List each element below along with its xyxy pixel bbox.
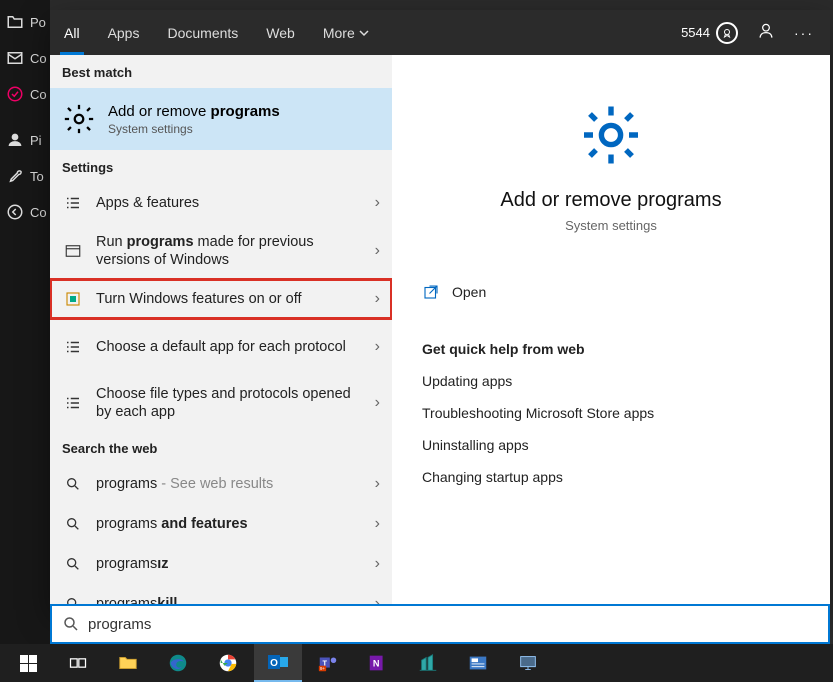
rewards-badge[interactable]: 5544 — [681, 22, 738, 44]
app-left-strip: Po Co Co Pi To Co — [0, 0, 50, 644]
tab-all[interactable]: All — [50, 10, 94, 55]
task-view-button[interactable] — [54, 644, 102, 682]
chevron-right-icon: › — [375, 555, 380, 573]
start-button[interactable] — [4, 644, 52, 682]
tab-web[interactable]: Web — [252, 10, 309, 55]
taskbar-app-display[interactable] — [504, 644, 552, 682]
search-box[interactable] — [50, 604, 830, 644]
taskbar-app-building[interactable] — [404, 644, 452, 682]
web-result[interactable]: programs and features › — [50, 504, 392, 544]
gear-icon — [62, 102, 96, 136]
tab-more[interactable]: More — [309, 10, 383, 55]
gear-icon — [422, 99, 800, 171]
section-search-web: Search the web — [50, 431, 392, 464]
help-link[interactable]: Troubleshooting Microsoft Store apps — [422, 405, 800, 421]
strip-item[interactable]: Po — [0, 4, 50, 40]
strip-item[interactable]: Co — [0, 194, 50, 230]
chevron-right-icon: › — [375, 475, 380, 493]
section-best-match: Best match — [50, 55, 392, 88]
taskbar-outlook[interactable]: O — [254, 644, 302, 682]
search-input[interactable] — [88, 616, 818, 633]
taskbar-explorer[interactable] — [104, 644, 152, 682]
open-icon — [422, 283, 440, 301]
protocol-icon — [62, 394, 84, 412]
tab-apps[interactable]: Apps — [94, 10, 154, 55]
settings-item-file-types[interactable]: Choose file types and protocols opened b… — [50, 375, 392, 431]
section-settings: Settings — [50, 150, 392, 183]
strip-item[interactable]: Co — [0, 40, 50, 76]
help-link[interactable]: Changing startup apps — [422, 469, 800, 485]
svg-text:N: N — [373, 659, 380, 669]
help-link[interactable]: Uninstalling apps — [422, 437, 800, 453]
medal-icon — [716, 22, 738, 44]
help-link[interactable]: Updating apps — [422, 373, 800, 389]
quick-help-title: Get quick help from web — [422, 341, 800, 357]
chevron-right-icon: › — [375, 338, 380, 356]
settings-item-default-protocol[interactable]: Choose a default app for each protocol › — [50, 319, 392, 375]
filter-tabs: All Apps Documents Web More — [50, 10, 383, 55]
taskbar-chrome[interactable] — [204, 644, 252, 682]
web-result[interactable]: programs - See web results › — [50, 464, 392, 504]
search-icon — [62, 556, 84, 572]
svg-text:9+: 9+ — [320, 666, 326, 671]
chevron-right-icon: › — [375, 290, 380, 308]
taskbar-edge[interactable] — [154, 644, 202, 682]
detail-subtitle: System settings — [422, 218, 800, 233]
tab-documents[interactable]: Documents — [153, 10, 252, 55]
search-icon — [62, 516, 84, 532]
account-icon[interactable] — [756, 21, 776, 44]
more-icon[interactable]: ··· — [794, 25, 814, 41]
open-action[interactable]: Open — [422, 273, 800, 311]
taskbar-onenote[interactable]: N — [354, 644, 402, 682]
best-match-item[interactable]: Add or remove programs System settings — [50, 88, 392, 150]
settings-item-compatibility[interactable]: Run programs made for previous versions … — [50, 223, 392, 279]
strip-item[interactable]: To — [0, 158, 50, 194]
features-icon — [62, 290, 84, 308]
window-icon — [62, 242, 84, 260]
search-icon — [62, 476, 84, 492]
detail-title: Add or remove programs — [422, 189, 800, 212]
protocol-icon — [62, 338, 84, 356]
search-icon — [62, 615, 80, 633]
chevron-right-icon: › — [375, 394, 380, 412]
settings-item-windows-features[interactable]: Turn Windows features on or off › — [50, 279, 392, 319]
taskbar: O T9+ N — [0, 644, 833, 682]
settings-item-apps-features[interactable]: Apps & features › — [50, 183, 392, 223]
search-header: All Apps Documents Web More 5544 ··· — [50, 10, 830, 55]
strip-item[interactable]: Pi — [0, 122, 50, 158]
taskbar-teams[interactable]: T9+ — [304, 644, 352, 682]
strip-item[interactable]: Co — [0, 76, 50, 112]
detail-pane: Add or remove programs System settings O… — [392, 55, 830, 610]
chevron-right-icon: › — [375, 194, 380, 212]
web-result[interactable]: programsız › — [50, 544, 392, 584]
start-search-panel: All Apps Documents Web More 5544 ··· Bes… — [50, 10, 830, 610]
best-match-title: Add or remove programs — [108, 103, 280, 120]
chevron-right-icon: › — [375, 242, 380, 260]
chevron-right-icon: › — [375, 515, 380, 533]
svg-text:O: O — [270, 658, 278, 669]
taskbar-app-news[interactable] — [454, 644, 502, 682]
best-match-subtitle: System settings — [108, 122, 280, 136]
results-column: Best match Add or remove programs System… — [50, 55, 392, 610]
list-icon — [62, 194, 84, 212]
